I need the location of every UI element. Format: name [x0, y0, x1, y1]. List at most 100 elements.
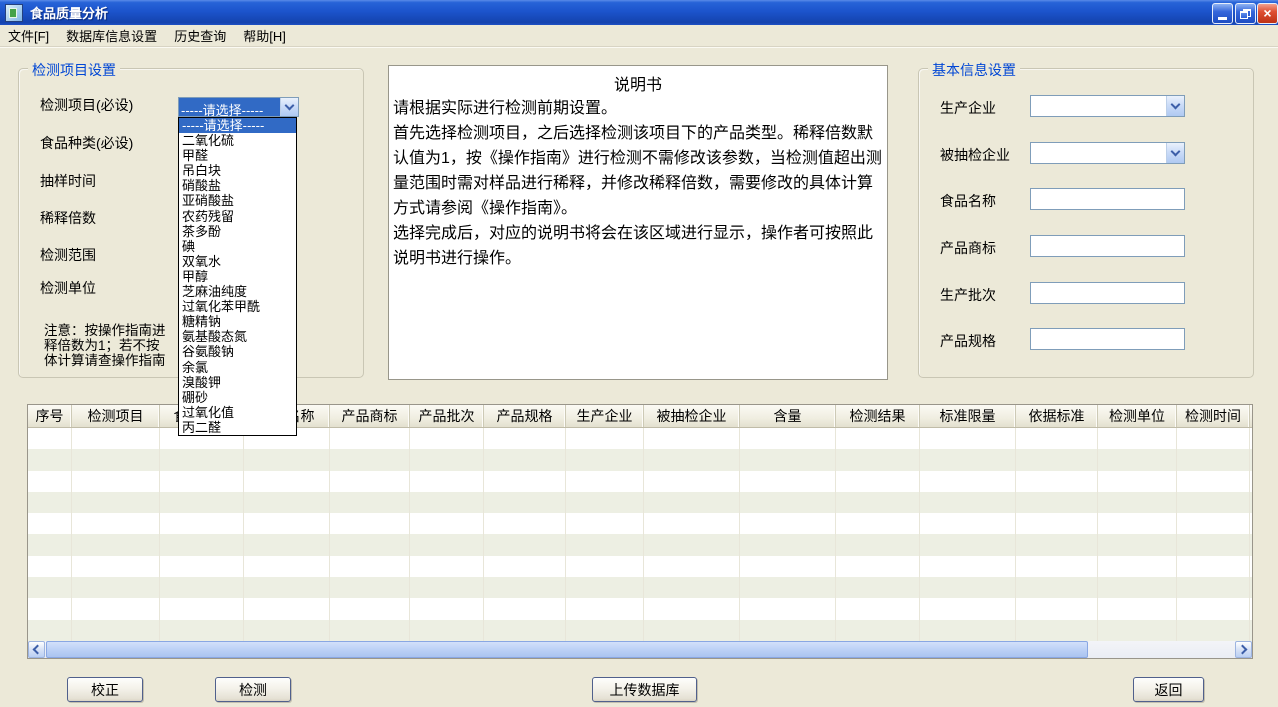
column-header-9[interactable]: 被抽检企业	[644, 405, 740, 427]
table-cell	[920, 620, 1016, 641]
table-cell	[244, 577, 330, 598]
table-cell	[566, 598, 644, 619]
table-cell	[330, 577, 410, 598]
table-cell	[244, 598, 330, 619]
basic-info-input-5[interactable]	[1030, 282, 1185, 304]
dropdown-option[interactable]: 硼砂	[179, 390, 296, 405]
table-cell	[1177, 577, 1250, 598]
basic-info-input-3[interactable]	[1030, 188, 1185, 210]
table-cell	[644, 556, 740, 577]
detection-item-dropdown-list: -----请选择-----二氧化硫甲醛吊白块硝酸盐亚硝酸盐农药残留茶多酚碘双氧水…	[178, 117, 297, 436]
table-row[interactable]	[28, 556, 1252, 577]
table-cell	[410, 577, 484, 598]
table-cell	[244, 620, 330, 641]
table-row[interactable]	[28, 598, 1252, 619]
column-header-10[interactable]: 含量	[740, 405, 836, 427]
table-cell	[1098, 513, 1177, 534]
basic-info-label-6: 产品规格	[940, 331, 996, 351]
dropdown-option[interactable]: 谷氨酸钠	[179, 344, 296, 359]
basic-info-input-4[interactable]	[1030, 235, 1185, 257]
dropdown-option[interactable]: 亚硝酸盐	[179, 193, 296, 208]
menu-item-4[interactable]: 帮助[H]	[243, 26, 286, 45]
table-cell	[566, 428, 644, 449]
column-header-6[interactable]: 产品批次	[410, 405, 484, 427]
dropdown-option[interactable]: 氨基酸态氮	[179, 329, 296, 344]
dropdown-option[interactable]: 甲醇	[179, 269, 296, 284]
table-cell	[330, 598, 410, 619]
combobox-value	[1031, 143, 1166, 163]
note-text-line: 释倍数为1；若不按	[44, 338, 178, 353]
column-header-11[interactable]: 检测结果	[836, 405, 920, 427]
basic-info-input-6[interactable]	[1030, 328, 1185, 350]
dropdown-option[interactable]: 过氧化苯甲酰	[179, 299, 296, 314]
dropdown-option[interactable]: 吊白块	[179, 163, 296, 178]
table-row[interactable]	[28, 513, 1252, 534]
table-row[interactable]	[28, 492, 1252, 513]
minimize-button[interactable]	[1212, 3, 1233, 24]
dropdown-option[interactable]: 碘	[179, 239, 296, 254]
basic-info-label-4: 产品商标	[940, 238, 996, 258]
detection-field-label-5: 检测范围	[40, 245, 96, 265]
dropdown-option[interactable]: 余氯	[179, 360, 296, 375]
table-cell	[330, 534, 410, 555]
calibrate-button[interactable]: 校正	[67, 677, 143, 702]
basic-info-combobox-1[interactable]	[1030, 95, 1185, 117]
scroll-left-button[interactable]	[28, 641, 45, 658]
upload-database-button[interactable]: 上传数据库	[592, 677, 697, 702]
dropdown-option[interactable]: 过氧化值	[179, 405, 296, 420]
table-row[interactable]	[28, 534, 1252, 555]
scrollbar-thumb[interactable]	[46, 641, 1088, 658]
dropdown-option[interactable]: 二氧化硫	[179, 133, 296, 148]
table-cell	[330, 471, 410, 492]
column-header-15[interactable]: 检测时间	[1177, 405, 1250, 427]
column-header-2[interactable]: 检测项目	[72, 405, 160, 427]
table-row[interactable]	[28, 449, 1252, 470]
table-row[interactable]	[28, 471, 1252, 492]
combobox-arrow-button[interactable]	[280, 98, 298, 116]
table-cell	[330, 556, 410, 577]
table-cell	[28, 556, 72, 577]
column-header-14[interactable]: 检测单位	[1098, 405, 1177, 427]
table-cell	[410, 534, 484, 555]
horizontal-scrollbar[interactable]	[28, 641, 1252, 658]
table-cell	[72, 556, 160, 577]
table-row[interactable]	[28, 620, 1252, 641]
dropdown-option[interactable]: 双氧水	[179, 254, 296, 269]
column-header-12[interactable]: 标准限量	[920, 405, 1016, 427]
table-row[interactable]	[28, 577, 1252, 598]
menu-item-2[interactable]: 数据库信息设置	[66, 26, 157, 45]
close-button[interactable]: ×	[1257, 3, 1278, 24]
scroll-right-button[interactable]	[1235, 641, 1252, 658]
return-button[interactable]: 返回	[1133, 677, 1204, 702]
dropdown-option[interactable]: 溴酸钾	[179, 375, 296, 390]
dropdown-option[interactable]: 丙二醛	[179, 420, 296, 435]
restore-button[interactable]	[1235, 3, 1256, 24]
dropdown-option[interactable]: 芝麻油纯度	[179, 284, 296, 299]
column-header-1[interactable]: 序号	[28, 405, 72, 427]
table-cell	[1016, 492, 1098, 513]
dropdown-option[interactable]: 糖精钠	[179, 314, 296, 329]
dropdown-option[interactable]: 甲醛	[179, 148, 296, 163]
table-cell	[1016, 428, 1098, 449]
column-header-5[interactable]: 产品商标	[330, 405, 410, 427]
table-cell	[1098, 428, 1177, 449]
menu-item-3[interactable]: 历史查询	[174, 26, 226, 45]
dropdown-option[interactable]: 硝酸盐	[179, 178, 296, 193]
title-bar[interactable]: 食品质量分析 ×	[0, 0, 1278, 25]
table-cell	[484, 556, 566, 577]
detect-button[interactable]: 检测	[215, 677, 291, 702]
column-header-8[interactable]: 生产企业	[566, 405, 644, 427]
detection-item-combobox[interactable]: -----请选择-----	[178, 97, 299, 117]
dropdown-option[interactable]: 农药残留	[179, 209, 296, 224]
column-header-7[interactable]: 产品规格	[484, 405, 566, 427]
dropdown-option[interactable]: 茶多酚	[179, 224, 296, 239]
basic-info-combobox-2[interactable]	[1030, 142, 1185, 164]
column-header-13[interactable]: 依据标准	[1016, 405, 1098, 427]
menu-item-1[interactable]: 文件[F]	[8, 26, 49, 45]
dropdown-option[interactable]: -----请选择-----	[179, 118, 296, 133]
table-cell	[1016, 556, 1098, 577]
combobox-arrow-button[interactable]	[1166, 96, 1184, 116]
combobox-arrow-button[interactable]	[1166, 143, 1184, 163]
chevron-down-icon	[1171, 100, 1181, 110]
minimize-icon	[1218, 17, 1227, 20]
